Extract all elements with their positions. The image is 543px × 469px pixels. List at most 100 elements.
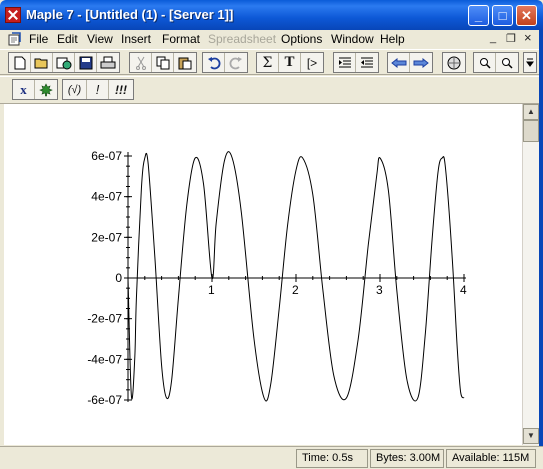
document-restore-button[interactable]: ❐ bbox=[506, 32, 516, 45]
copy-icon[interactable] bbox=[152, 53, 174, 72]
menu-edit[interactable]: Edit bbox=[57, 32, 78, 46]
scroll-down-arrow-icon[interactable]: ▼ bbox=[523, 428, 539, 444]
evaluate-button[interactable]: (√) bbox=[63, 80, 87, 99]
close-button[interactable]: ✕ bbox=[516, 5, 537, 26]
data-point bbox=[358, 339, 359, 340]
text-input-button[interactable]: T bbox=[279, 53, 301, 72]
main-toolbar: Σ T [> bbox=[0, 49, 543, 75]
toolbar-overflow-chevron-icon[interactable] bbox=[523, 52, 537, 73]
x-tick-label: 1 bbox=[208, 283, 215, 297]
data-point bbox=[154, 257, 155, 258]
data-point bbox=[148, 164, 149, 165]
data-point bbox=[287, 225, 288, 226]
scroll-thumb[interactable] bbox=[523, 120, 539, 142]
stop-globe-icon[interactable] bbox=[443, 53, 465, 72]
status-available: Available: 115M bbox=[446, 449, 536, 468]
data-point bbox=[203, 184, 204, 185]
indent-icon[interactable] bbox=[356, 53, 378, 72]
execute-button[interactable]: ! bbox=[87, 80, 109, 99]
insert-prompt-button[interactable]: [> bbox=[301, 53, 323, 72]
menu-spreadsheet[interactable]: Spreadsheet bbox=[208, 32, 276, 46]
data-point bbox=[141, 188, 142, 189]
data-point bbox=[128, 278, 129, 279]
save-icon[interactable] bbox=[75, 53, 97, 72]
menu-help[interactable]: Help bbox=[380, 32, 405, 46]
open-folder-icon[interactable] bbox=[31, 53, 53, 72]
zoom-in-icon[interactable] bbox=[474, 53, 496, 72]
x-tick-label: 2 bbox=[292, 283, 299, 297]
minimize-button[interactable]: _ bbox=[468, 5, 489, 26]
undo-icon[interactable] bbox=[203, 53, 225, 72]
data-point bbox=[432, 239, 433, 240]
open-url-icon[interactable] bbox=[53, 53, 75, 72]
data-point bbox=[186, 204, 187, 205]
y-tick-label: 0 bbox=[115, 271, 122, 285]
data-point bbox=[442, 158, 443, 159]
math-input-button[interactable]: Σ bbox=[257, 53, 279, 72]
redo-icon[interactable] bbox=[225, 53, 247, 72]
data-point bbox=[380, 158, 381, 159]
menu-view[interactable]: View bbox=[87, 32, 113, 46]
status-time: Time: 0.5s bbox=[296, 449, 368, 468]
right-frame-edge bbox=[539, 30, 543, 469]
data-point bbox=[161, 365, 162, 366]
print-icon[interactable] bbox=[97, 53, 119, 72]
maple-leaf-icon[interactable] bbox=[35, 80, 57, 99]
exec-all-label: !!! bbox=[115, 82, 127, 97]
data-point bbox=[460, 391, 461, 392]
data-point bbox=[216, 223, 217, 224]
outdent-icon[interactable] bbox=[334, 53, 356, 72]
maximize-button[interactable]: □ bbox=[492, 5, 513, 26]
sigma-label: Σ bbox=[262, 54, 273, 71]
data-point bbox=[134, 359, 135, 360]
context-toolbar: x (√) ! !!! bbox=[0, 76, 543, 104]
menu-window[interactable]: Window bbox=[331, 32, 374, 46]
y-tick-label: 2e-07 bbox=[91, 230, 122, 244]
data-point bbox=[333, 375, 334, 376]
x-label: x bbox=[20, 81, 27, 97]
plot-chart[interactable]: 1 2 3 4 6e-07 4e-07 2e-07 0 -2e-07 -4e-07 -6e-07 bbox=[4, 104, 522, 445]
data-point bbox=[264, 398, 265, 399]
back-arrow-icon[interactable] bbox=[388, 53, 410, 72]
menu-insert[interactable]: Insert bbox=[121, 32, 151, 46]
text-label: T bbox=[284, 54, 295, 70]
forward-arrow-icon[interactable] bbox=[410, 53, 432, 72]
zoom-out-icon[interactable] bbox=[496, 53, 518, 72]
title-bar: Maple 7 - [Untitled (1) - [Server 1]] _ … bbox=[0, 0, 543, 30]
data-point bbox=[322, 290, 323, 291]
menu-file[interactable]: File bbox=[29, 32, 48, 46]
x-tick-label: 3 bbox=[376, 283, 383, 297]
scroll-up-arrow-icon[interactable]: ▲ bbox=[523, 104, 539, 120]
document-close-button[interactable]: × bbox=[524, 30, 532, 45]
document-minimize-button[interactable]: _ bbox=[490, 32, 496, 44]
menu-format[interactable]: Format bbox=[162, 32, 200, 46]
data-point bbox=[241, 213, 242, 214]
data-point bbox=[178, 298, 179, 299]
data-point bbox=[406, 379, 407, 380]
menu-options[interactable]: Options bbox=[281, 32, 322, 46]
data-point bbox=[376, 176, 377, 177]
execute-all-button[interactable]: !!! bbox=[109, 80, 133, 99]
data-point bbox=[166, 398, 167, 399]
eval-label: (√) bbox=[67, 83, 82, 96]
document-menu-icon[interactable] bbox=[8, 32, 22, 46]
data-point bbox=[136, 298, 137, 299]
worksheet-area[interactable]: 1 2 3 4 6e-07 4e-07 2e-07 0 -2e-07 -4e-07 -6e-07 bbox=[4, 104, 522, 445]
data-point bbox=[224, 160, 225, 161]
cut-icon[interactable] bbox=[130, 53, 152, 72]
status-bytes: Bytes: 3.00M bbox=[370, 449, 444, 468]
data-point bbox=[445, 168, 446, 169]
data-point bbox=[457, 349, 458, 350]
data-point bbox=[279, 308, 280, 309]
data-point bbox=[296, 170, 297, 171]
y-tick-label: -6e-07 bbox=[87, 393, 122, 407]
new-file-icon[interactable] bbox=[9, 53, 31, 72]
data-point bbox=[302, 158, 303, 159]
menu-bar: File Edit View Insert Format Spreadsheet… bbox=[0, 30, 543, 49]
maple-app-icon[interactable] bbox=[5, 7, 21, 23]
data-point bbox=[417, 398, 418, 399]
vertical-scrollbar[interactable]: ▲ ▼ bbox=[522, 104, 539, 445]
data-point bbox=[212, 278, 213, 279]
paste-icon[interactable] bbox=[174, 53, 196, 72]
x-button[interactable]: x bbox=[13, 80, 35, 99]
